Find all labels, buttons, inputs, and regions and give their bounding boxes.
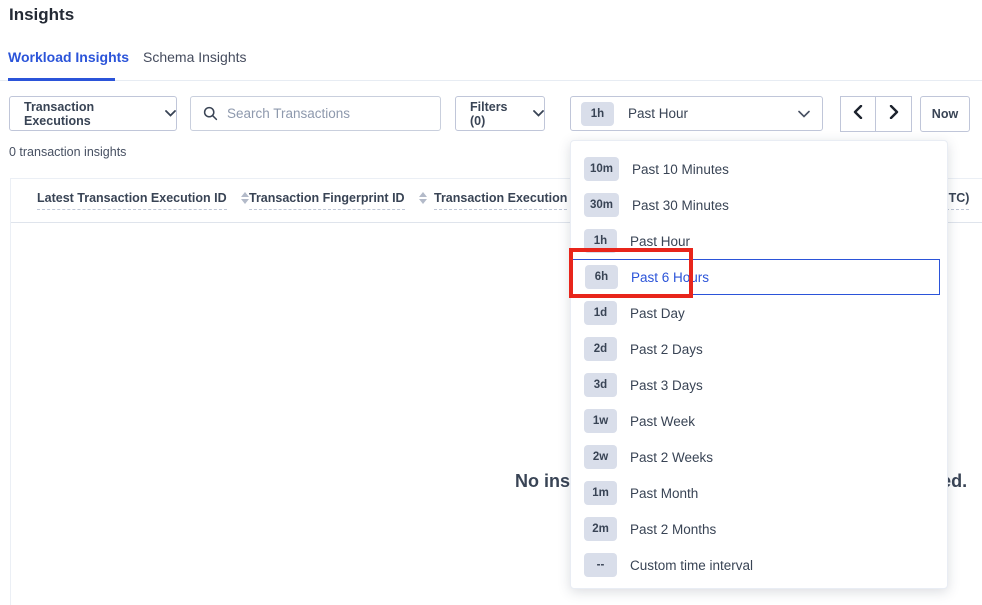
filters-label: Filters (0) [470,100,525,128]
time-interval-badge: 1h [581,102,614,126]
chevron-down-icon [798,110,810,118]
active-tab-underline [8,78,115,81]
search-icon [203,106,218,121]
time-option-past-week[interactable]: 1w Past Week [571,403,947,439]
time-option-past-month[interactable]: 1m Past Month [571,475,947,511]
chevron-left-icon [853,105,863,124]
interval-badge: 1h [584,229,617,253]
time-option-past-2-days[interactable]: 2d Past 2 Days [571,331,947,367]
tab-workload-insights[interactable]: Workload Insights [8,49,129,65]
page-title: Insights [9,5,74,25]
interval-badge: 1d [584,301,617,325]
interval-badge: 30m [584,193,619,217]
time-option-past-day[interactable]: 1d Past Day [571,295,947,331]
col-header-transaction-execution[interactable]: Transaction Execution [434,191,567,210]
time-option-past-6-hours[interactable]: 6h Past 6 Hours [571,259,940,295]
interval-badge: 2w [584,445,617,469]
previous-interval-button[interactable] [840,96,876,132]
time-pager [840,96,912,132]
interval-badge: 2d [584,337,617,361]
results-count: 0 transaction insights [9,145,126,159]
time-option-past-hour[interactable]: 1h Past Hour [571,223,947,259]
now-button[interactable]: Now [920,96,970,132]
chevron-down-icon [533,110,544,117]
time-option-past-30-minutes[interactable]: 30m Past 30 Minutes [571,187,947,223]
interval-badge: 2m [584,517,617,541]
filters-button[interactable]: Filters (0) [455,96,545,131]
tab-schema-insights[interactable]: Schema Insights [143,49,247,65]
time-option-custom-time-interval[interactable]: -- Custom time interval [571,547,947,583]
interval-badge: -- [584,553,617,577]
tab-bar: Workload Insights Schema Insights [0,47,982,81]
interval-badge: 1w [584,409,617,433]
col-header-latest-transaction-execution-id[interactable]: Latest Transaction Execution ID [37,191,249,210]
sort-icon[interactable] [241,192,249,204]
time-option-past-2-weeks[interactable]: 2w Past 2 Weeks [571,439,947,475]
time-interval-select[interactable]: 1h Past Hour [570,96,823,131]
sort-icon[interactable] [419,192,427,204]
time-option-past-2-months[interactable]: 2m Past 2 Months [571,511,947,547]
interval-badge: 10m [584,157,619,181]
col-header-transaction-fingerprint-id[interactable]: Transaction Fingerprint ID [249,191,427,210]
chevron-down-icon [165,110,176,117]
type-select-dropdown[interactable]: Transaction Executions [9,96,177,131]
chevron-right-icon [889,105,899,124]
interval-badge: 1m [584,481,617,505]
interval-badge: 6h [585,265,618,289]
time-option-past-3-days[interactable]: 3d Past 3 Days [571,367,947,403]
search-transactions-box [190,96,441,131]
time-interval-dropdown-menu: 10m Past 10 Minutes 30m Past 30 Minutes … [570,140,948,589]
time-interval-label: Past Hour [628,106,688,121]
type-select-label: Transaction Executions [24,100,157,128]
interval-badge: 3d [584,373,617,397]
time-option-past-10-minutes[interactable]: 10m Past 10 Minutes [571,151,947,187]
next-interval-button[interactable] [876,96,912,132]
search-input[interactable] [227,106,417,121]
